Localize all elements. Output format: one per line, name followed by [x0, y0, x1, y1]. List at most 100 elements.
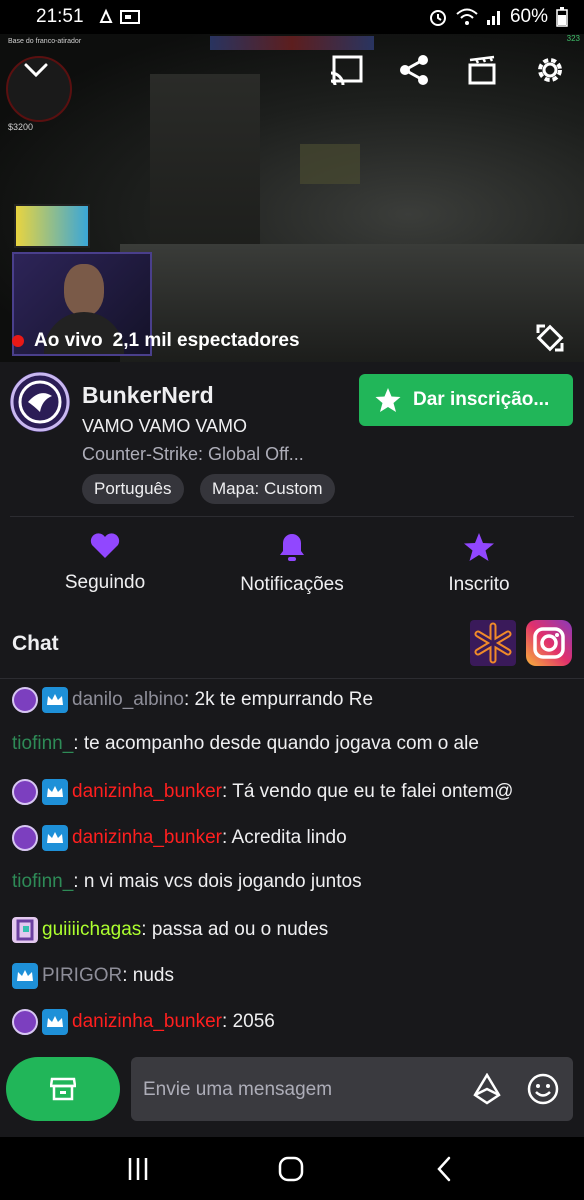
video-scene-sign	[300, 144, 360, 184]
chat-message: danizinha_bunker: Acredita lindo	[12, 825, 347, 851]
home-icon	[278, 1156, 304, 1182]
asterisk-icon	[474, 622, 512, 664]
bunkernerd-logo-icon	[10, 372, 70, 432]
chat-username[interactable]: danizinha_bunker	[72, 781, 222, 803]
back-button[interactable]	[424, 1149, 464, 1189]
emote-picker-button[interactable]	[523, 1069, 563, 1109]
recent-apps-button[interactable]	[118, 1149, 158, 1189]
chat-text: : 2056	[222, 1011, 275, 1032]
chat-message: tiofinn_: n vi mais vcs dois jogando jun…	[12, 871, 362, 893]
channel-avatar[interactable]	[10, 372, 70, 432]
fullscreen-button[interactable]	[530, 318, 570, 358]
star-icon	[375, 388, 401, 412]
instagram-button[interactable]	[526, 620, 572, 666]
channel-badge-icon[interactable]	[12, 1009, 38, 1035]
cast-button[interactable]	[326, 50, 366, 90]
chat-input-placeholder: Envie uma mensagem	[143, 1079, 333, 1100]
live-indicator: Ao vivo 2,1 mil espectadores	[12, 330, 300, 352]
game-scoreboard	[210, 36, 374, 50]
chat-text: : Tá vendo que eu te falei ontem@	[222, 781, 514, 802]
channel-badge-icon[interactable]	[12, 779, 38, 805]
game-name[interactable]: Counter-Strike: Global Off...	[82, 444, 304, 465]
recent-apps-icon	[128, 1158, 148, 1180]
crown-icon[interactable]	[42, 687, 68, 713]
following-button[interactable]: Seguindo	[15, 518, 195, 610]
notification-icons	[98, 8, 140, 26]
chat-username[interactable]: tiofinn_	[12, 871, 73, 893]
clip-button[interactable]	[462, 50, 502, 90]
chat-message: danizinha_bunker: Tá vendo que eu te fal…	[12, 779, 513, 805]
chat-messages: danilo_albino: 2k te empurrando Re tiofi…	[0, 679, 584, 1045]
collapse-button[interactable]	[16, 52, 56, 88]
share-button[interactable]	[394, 50, 434, 90]
clock: 21:51	[36, 6, 84, 27]
chat-username[interactable]: PIRIGOR	[42, 965, 122, 987]
settings-button[interactable]	[530, 50, 570, 90]
subscribe-button[interactable]: Dar inscrição...	[359, 374, 573, 426]
channel-badge-icon[interactable]	[12, 825, 38, 851]
chat-input[interactable]: Envie uma mensagem	[131, 1057, 573, 1121]
chevron-down-icon	[24, 63, 48, 78]
video-icon	[120, 10, 140, 24]
channel-actions: Seguindo Notificações Inscrito	[0, 518, 584, 610]
notifications-button[interactable]: Notificações	[202, 518, 382, 610]
extension-emote-button[interactable]	[470, 620, 516, 666]
battery-percent: 60%	[509, 6, 548, 27]
system-icons: 60%	[428, 6, 568, 28]
tag-language[interactable]: Português	[82, 474, 184, 504]
bits-button[interactable]	[467, 1069, 507, 1109]
battery-icon	[556, 7, 568, 27]
gear-icon	[538, 58, 562, 82]
chat-message: tiofinn_: te acompanho desde quando joga…	[12, 733, 479, 755]
channel-name[interactable]: BunkerNerd	[82, 382, 214, 409]
store-button[interactable]	[6, 1057, 120, 1121]
heart-icon	[90, 533, 120, 558]
guide-badge-icon[interactable]	[12, 917, 38, 943]
clapperboard-icon	[468, 55, 496, 85]
channel-badge-icon[interactable]	[12, 687, 38, 713]
tag-map[interactable]: Mapa: Custom	[200, 474, 335, 504]
chat-username[interactable]: danizinha_bunker	[72, 1011, 222, 1033]
stream-title: VAMO VAMO VAMO	[82, 416, 248, 436]
chat-message: danilo_albino: 2k te empurrando Re	[12, 687, 373, 713]
chat-username[interactable]: danizinha_bunker	[72, 827, 222, 849]
cast-icon	[330, 55, 363, 85]
rotate-screen-icon	[536, 324, 564, 352]
chat-message: PIRIGOR: nuds	[12, 963, 174, 989]
chat-text: : 2k te empurrando Re	[184, 689, 374, 710]
subscribed-button[interactable]: Inscrito	[389, 518, 569, 610]
chat-text: : n vi mais vcs dois jogando juntos	[73, 871, 362, 892]
subscribe-label: Dar inscrição...	[413, 389, 550, 410]
viewer-count: 2,1 mil espectadores	[112, 330, 300, 351]
home-button[interactable]	[271, 1149, 311, 1189]
share-icon	[400, 55, 428, 85]
star-icon	[464, 533, 494, 561]
crown-icon[interactable]	[42, 1009, 68, 1035]
bell-icon	[280, 534, 304, 561]
signal-icon	[486, 11, 500, 25]
chat-username[interactable]: guiiiichagas	[42, 919, 141, 941]
wifi-icon	[456, 8, 478, 25]
chat-header: Chat	[0, 610, 584, 679]
following-label: Seguindo	[64, 572, 146, 593]
instagram-icon	[533, 627, 565, 659]
live-dot-icon	[12, 335, 24, 347]
sync-icon	[99, 8, 113, 23]
subscribed-label: Inscrito	[448, 574, 510, 595]
crown-icon[interactable]	[12, 963, 38, 989]
crown-icon[interactable]	[42, 825, 68, 851]
chat-username[interactable]: danilo_albino	[72, 689, 184, 711]
crown-icon[interactable]	[42, 779, 68, 805]
game-hud-counter: 323	[566, 34, 580, 43]
game-location-label: Base do franco-atirador	[8, 38, 82, 45]
chat-username[interactable]: tiofinn_	[12, 733, 73, 755]
back-icon	[437, 1156, 451, 1182]
chat-text: : te acompanho desde quando jogava com o…	[73, 733, 479, 754]
chat-message: danizinha_bunker: 2056	[12, 1009, 275, 1035]
notifications-label: Notificações	[240, 574, 344, 595]
live-label: Ao vivo	[34, 330, 103, 351]
channel-info: BunkerNerd VAMO VAMO VAMO Counter-Strike…	[0, 362, 584, 518]
alarm-icon	[429, 10, 446, 26]
smiley-icon	[527, 1073, 559, 1105]
video-player[interactable]: Base do franco-atirador 323 $3200 Ao viv…	[0, 34, 584, 362]
